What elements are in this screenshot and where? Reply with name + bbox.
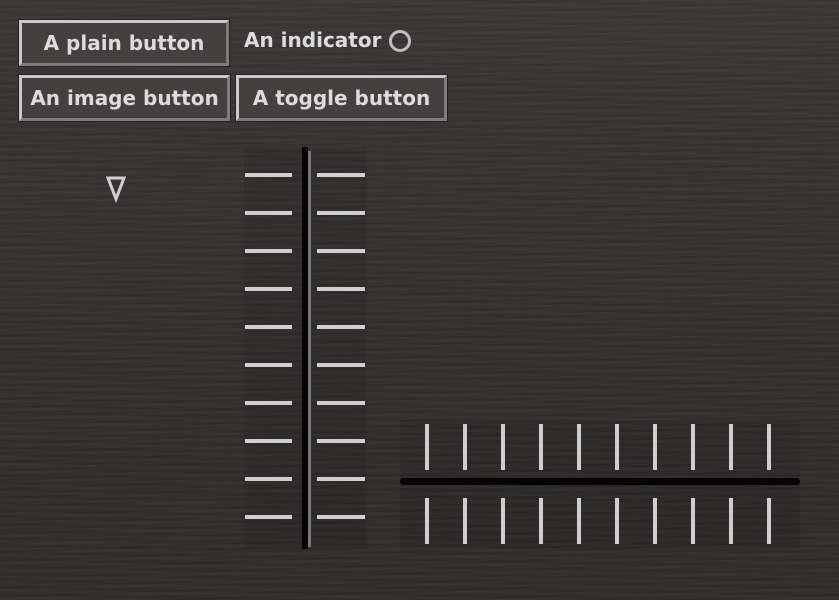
vertical-slider-tick	[245, 439, 292, 443]
image-button-label: An image button	[30, 86, 219, 110]
horizontal-slider-tick	[425, 498, 429, 544]
toggle-button-label: A toggle button	[252, 86, 431, 110]
vertical-slider-tick	[317, 287, 365, 291]
horizontal-slider-tick	[501, 424, 505, 470]
vertical-slider-tick	[245, 515, 292, 519]
triangle-down-icon[interactable]	[105, 175, 127, 207]
horizontal-slider-tick	[653, 498, 657, 544]
vertical-slider-tick	[317, 363, 365, 367]
vertical-slider-tick	[317, 439, 365, 443]
toggle-button[interactable]: A toggle button	[235, 74, 448, 122]
horizontal-slider-rail	[400, 478, 800, 485]
vertical-slider-rail-highlight	[308, 151, 311, 547]
plain-button-label: A plain button	[43, 31, 205, 55]
vertical-slider-tick	[245, 325, 292, 329]
plain-button[interactable]: A plain button	[18, 19, 230, 67]
vertical-slider-tick	[317, 325, 365, 329]
vertical-slider-tick	[317, 401, 365, 405]
vertical-slider[interactable]	[244, 147, 367, 549]
horizontal-slider-tick	[463, 498, 467, 544]
horizontal-slider-tick	[767, 424, 771, 470]
horizontal-slider-tick	[577, 424, 581, 470]
horizontal-slider-tick	[577, 498, 581, 544]
horizontal-slider-tick	[615, 498, 619, 544]
vertical-slider-tick	[317, 173, 365, 177]
horizontal-slider-tick	[425, 424, 429, 470]
horizontal-slider[interactable]	[400, 420, 800, 548]
horizontal-slider-tick	[539, 424, 543, 470]
vertical-slider-tick	[245, 287, 292, 291]
horizontal-slider-tick	[615, 424, 619, 470]
horizontal-slider-tick	[539, 498, 543, 544]
vertical-slider-tick	[317, 477, 365, 481]
vertical-slider-tick	[245, 401, 292, 405]
vertical-slider-tick	[245, 173, 292, 177]
vertical-slider-tick	[245, 249, 292, 253]
vertical-slider-tick	[245, 363, 292, 367]
vertical-slider-tick	[245, 477, 292, 481]
horizontal-slider-tick	[501, 498, 505, 544]
indicator-label: An indicator	[244, 28, 382, 52]
vertical-slider-tick	[317, 249, 365, 253]
horizontal-slider-tick	[691, 498, 695, 544]
image-button[interactable]: An image button	[18, 74, 231, 122]
horizontal-slider-tick	[729, 424, 733, 470]
horizontal-slider-tick	[691, 424, 695, 470]
horizontal-slider-tick	[463, 424, 467, 470]
vertical-slider-tick	[245, 211, 292, 215]
horizontal-slider-tick	[729, 498, 733, 544]
vertical-slider-tick	[317, 211, 365, 215]
horizontal-slider-tick	[653, 424, 657, 470]
indicator-light	[389, 30, 411, 52]
vertical-slider-tick	[317, 515, 365, 519]
horizontal-slider-tick	[767, 498, 771, 544]
